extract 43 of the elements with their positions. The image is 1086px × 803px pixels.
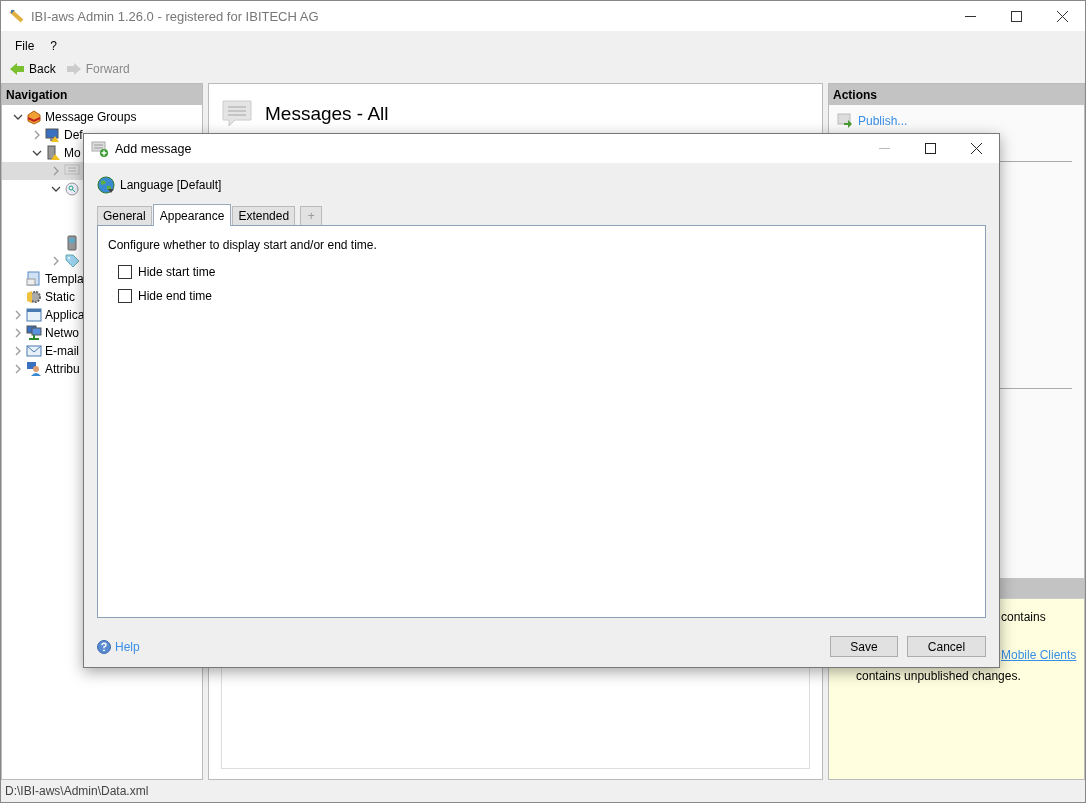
tree-item-label[interactable]: Def — [64, 128, 83, 142]
help-icon — [97, 639, 111, 654]
maximize-icon — [924, 143, 936, 154]
info-text: contains — [1001, 610, 1046, 624]
menu-item[interactable]: File — [9, 37, 41, 55]
maximize-icon — [1010, 10, 1022, 22]
tree-item-label[interactable]: Applica — [45, 308, 85, 322]
close-icon — [970, 143, 982, 154]
tree-item-label[interactable]: Static — [45, 290, 75, 304]
globe-icon — [97, 176, 115, 194]
right-arrow-icon — [65, 62, 82, 76]
publish-icon — [837, 113, 853, 129]
add-message-icon — [91, 140, 109, 157]
save-button[interactable]: Save — [830, 636, 898, 657]
tree-item-label[interactable]: Mo — [64, 146, 81, 160]
status-text: D:\IBI-aws\Admin\Data.xml — [5, 784, 149, 798]
menu-item[interactable]: ? — [44, 37, 64, 55]
checkbox[interactable] — [118, 289, 132, 303]
close-icon — [1056, 10, 1068, 22]
tree-item-label[interactable]: Templa — [45, 272, 84, 286]
dialog-title: Add message — [115, 141, 193, 156]
tree-item-label[interactable]: Netwo — [45, 326, 79, 340]
left-arrow-icon — [9, 62, 25, 76]
tree-item-label[interactable]: Message Groups — [45, 110, 137, 124]
tab[interactable]: Extended — [232, 206, 296, 225]
app-logo-icon — [9, 8, 25, 24]
window-title: IBI-aws Admin 1.26.0 - registered for IBITECH AG — [31, 8, 320, 24]
info-link[interactable]: Mobile Clients — [1001, 648, 1077, 662]
checkbox[interactable] — [118, 265, 132, 279]
panel-header: Actions — [829, 84, 1084, 105]
tab[interactable]: General — [97, 206, 152, 225]
tab[interactable]: Appearance — [152, 204, 232, 226]
page-title: Messages - All — [265, 103, 389, 125]
cancel-button[interactable]: Cancel — [907, 636, 986, 657]
checkbox-label: Hide start time — [138, 265, 216, 279]
back-button[interactable]: Back — [7, 62, 58, 76]
tree-item-label[interactable]: Attribu — [45, 362, 80, 376]
language-label[interactable]: Language [Default] — [120, 178, 222, 192]
checkbox-label: Hide end time — [138, 289, 213, 303]
tree-item-label[interactable]: E-mail — [45, 344, 79, 358]
panel-header: Navigation — [2, 84, 202, 105]
info-text: contains unpublished changes. — [856, 669, 1021, 683]
description-text: Configure whether to display start and/or end time. — [108, 238, 377, 252]
